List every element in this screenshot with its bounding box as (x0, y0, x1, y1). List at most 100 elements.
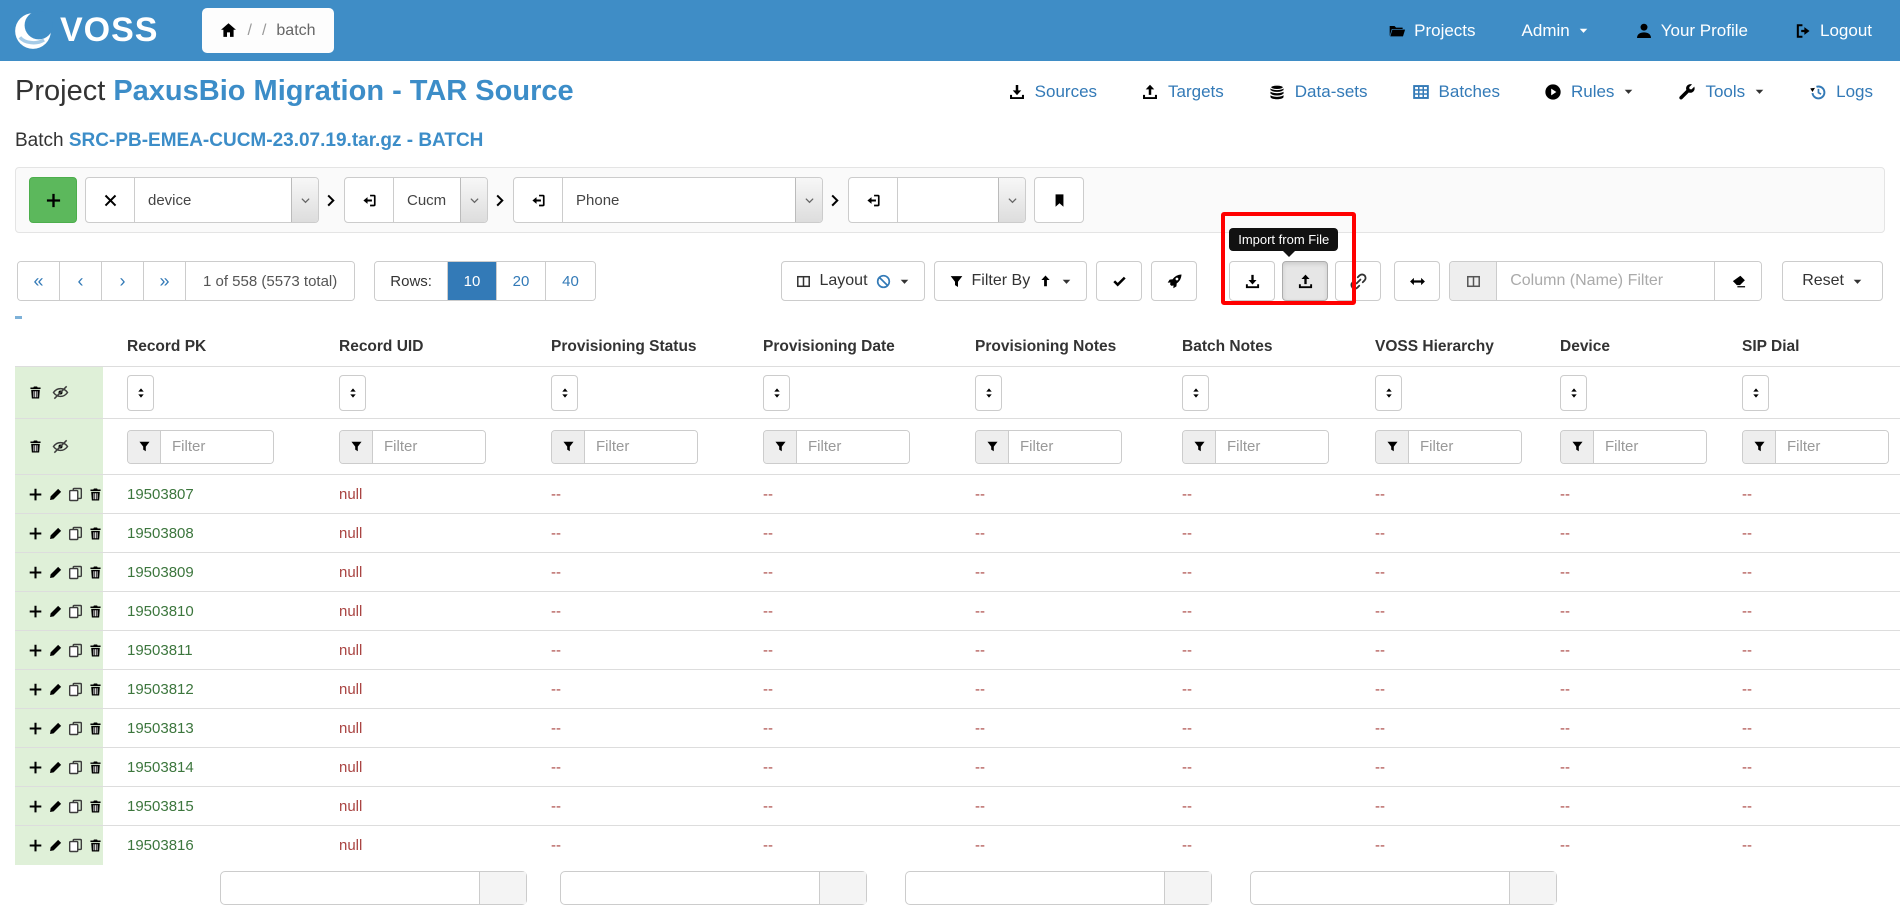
delete-row-button[interactable] (88, 682, 103, 697)
edit-row-button[interactable] (48, 643, 63, 658)
column-sort-button[interactable] (763, 375, 790, 411)
bookmark-button[interactable] (1034, 177, 1084, 223)
delete-row-button[interactable] (88, 799, 103, 814)
phone-select[interactable]: Phone (562, 178, 822, 222)
rows-option-40[interactable]: 40 (546, 262, 595, 300)
add-selector-button[interactable] (29, 177, 77, 223)
layout-button[interactable]: Layout (781, 261, 924, 301)
column-filter-button[interactable] (764, 431, 797, 463)
column-filter-button[interactable] (1743, 431, 1776, 463)
drill-in-button[interactable] (849, 178, 897, 222)
admin-menu[interactable]: Admin (1522, 21, 1589, 41)
instance-select[interactable] (897, 178, 1025, 222)
copy-row-button[interactable] (68, 643, 83, 658)
copy-row-button[interactable] (68, 682, 83, 697)
check-button[interactable] (1096, 261, 1142, 301)
column-sort-button[interactable] (1375, 375, 1402, 411)
edit-row-button[interactable] (48, 760, 63, 775)
copy-row-button[interactable] (68, 721, 83, 736)
add-row-button[interactable] (28, 643, 43, 658)
copy-row-button[interactable] (68, 604, 83, 619)
edit-row-button[interactable] (48, 487, 63, 502)
bottom-filter-box[interactable] (1250, 871, 1557, 905)
next-page-button[interactable]: › (102, 262, 144, 300)
add-row-button[interactable] (28, 487, 43, 502)
rocket-button[interactable] (1151, 261, 1197, 301)
column-sort-button[interactable] (1742, 375, 1769, 411)
column-sort-button[interactable] (1560, 375, 1587, 411)
column-filter-input[interactable] (1409, 431, 1521, 463)
add-row-button[interactable] (28, 604, 43, 619)
filter-by-button[interactable]: Filter By (934, 261, 1088, 301)
copy-row-button[interactable] (68, 526, 83, 541)
add-row-button[interactable] (28, 799, 43, 814)
rows-option-10[interactable]: 10 (448, 262, 497, 300)
add-row-button[interactable] (28, 838, 43, 853)
resize-columns-button[interactable] (1394, 261, 1440, 301)
delete-row-button[interactable] (88, 565, 103, 580)
add-row-button[interactable] (28, 565, 43, 580)
drill-in-button[interactable] (345, 178, 393, 222)
column-sort-button[interactable] (551, 375, 578, 411)
nav-tools[interactable]: Tools (1678, 82, 1765, 102)
delete-row-button[interactable] (88, 760, 103, 775)
column-filter-input[interactable] (1497, 262, 1714, 300)
logout-link[interactable]: Logout (1794, 21, 1872, 41)
column-sort-button[interactable] (1182, 375, 1209, 411)
delete-row-button[interactable] (88, 526, 103, 541)
voss-brand[interactable]: VOSS (12, 10, 158, 52)
nav-data-sets[interactable]: Data-sets (1268, 82, 1368, 102)
delete-row-button[interactable] (88, 643, 103, 658)
rows-option-20[interactable]: 20 (497, 262, 546, 300)
copy-row-button[interactable] (68, 838, 83, 853)
last-page-button[interactable]: » (144, 262, 186, 300)
nav-logs[interactable]: Logs (1809, 82, 1873, 102)
projects-link[interactable]: Projects (1388, 21, 1475, 41)
edit-row-button[interactable] (48, 721, 63, 736)
remove-selector-button[interactable] (86, 178, 134, 222)
copy-row-button[interactable] (68, 799, 83, 814)
column-filter-input[interactable] (161, 431, 273, 463)
edit-row-button[interactable] (48, 838, 63, 853)
column-filter-button[interactable] (552, 431, 585, 463)
nav-batches[interactable]: Batches (1412, 82, 1500, 102)
column-filter-input[interactable] (585, 431, 697, 463)
edit-row-button[interactable] (48, 682, 63, 697)
bottom-filter-box[interactable] (560, 871, 867, 905)
add-row-button[interactable] (28, 721, 43, 736)
delete-row-button[interactable] (88, 604, 103, 619)
column-filter-input[interactable] (1216, 431, 1328, 463)
bottom-filter-box[interactable] (220, 871, 527, 905)
column-filter-button[interactable] (340, 431, 373, 463)
hide-rows-button[interactable] (52, 384, 69, 401)
reset-button[interactable]: Reset (1782, 261, 1883, 301)
nav-rules[interactable]: Rules (1544, 82, 1634, 102)
edit-row-button[interactable] (48, 565, 63, 580)
copy-row-button[interactable] (68, 760, 83, 775)
bottom-filter-box[interactable] (905, 871, 1212, 905)
export-to-file-button[interactable] (1229, 261, 1275, 301)
delete-row-button[interactable] (88, 721, 103, 736)
column-filter-input[interactable] (797, 431, 909, 463)
copy-row-button[interactable] (68, 487, 83, 502)
column-filter-input[interactable] (1594, 431, 1706, 463)
home-icon[interactable] (220, 22, 237, 39)
clear-column-filter-button[interactable] (1714, 262, 1761, 300)
nav-sources[interactable]: Sources (1008, 82, 1097, 102)
column-filter-button[interactable] (976, 431, 1009, 463)
nav-targets[interactable]: Targets (1141, 82, 1224, 102)
delete-row-button[interactable] (88, 487, 103, 502)
first-page-button[interactable]: « (18, 262, 60, 300)
prev-page-button[interactable]: ‹ (60, 262, 102, 300)
column-filter-button[interactable] (128, 431, 161, 463)
delete-rows-button[interactable] (28, 385, 43, 400)
add-row-button[interactable] (28, 760, 43, 775)
column-sort-button[interactable] (127, 375, 154, 411)
column-filter-input[interactable] (373, 431, 485, 463)
your-profile-link[interactable]: Your Profile (1635, 21, 1748, 41)
device-type-select[interactable]: device (134, 178, 318, 222)
column-filter-button[interactable] (1376, 431, 1409, 463)
add-row-button[interactable] (28, 682, 43, 697)
column-filter-input[interactable] (1776, 431, 1888, 463)
edit-row-button[interactable] (48, 799, 63, 814)
